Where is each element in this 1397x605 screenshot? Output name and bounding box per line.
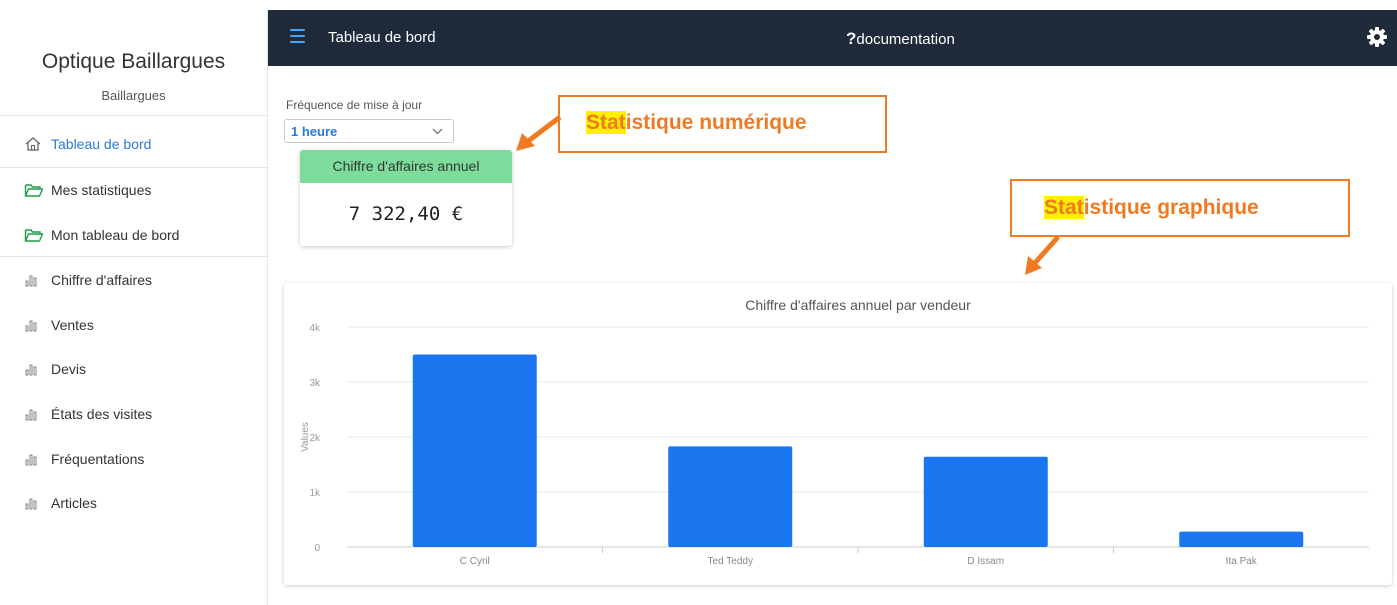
documentation-label: documentation [856,31,955,48]
sidebar-item-mon-tableau-de-bord[interactable]: Mon tableau de bord [24,227,179,243]
kpi-value: 7 322,40 € [348,203,464,225]
bar-chart-icon [24,362,44,376]
folder-open-icon [24,182,44,198]
bar-chart-icon [24,407,44,421]
annotation-text: istique graphique [1083,196,1259,219]
sidebar-item-etats-des-visites[interactable]: États des visites [24,406,152,422]
annotation-numeric: Statistique numérique [558,95,887,153]
help-icon: ? [846,29,857,48]
sidebar-item-label: Chiffre d'affaires [51,272,152,288]
frequency-select[interactable]: 1 heure [284,119,454,143]
bar-chart-icon [24,452,44,466]
sidebar-item-tableau-de-bord[interactable]: Tableau de bord [24,136,151,152]
page-title: Tableau de bord [328,29,436,46]
x-tick-label: C Cyril [460,556,490,567]
brand-title: Optique Baillargues [41,50,226,73]
annotation-text: istique numérique [625,111,807,134]
sidebar-divider [0,256,268,257]
home-icon [24,136,44,152]
bar [668,446,793,547]
y-axis-label: Values [300,422,311,452]
sidebar-divider [0,115,268,116]
sidebar-item-frequentations[interactable]: Fréquentations [24,451,144,467]
arrow-graphic [1025,235,1060,275]
folder-open-icon [24,227,44,243]
sidebar: Optique Baillargues Baillargues Tableau … [0,10,268,605]
y-tick-label: 4k [309,323,321,334]
chevron-down-icon [432,124,443,142]
bar [412,354,537,547]
sidebar-item-label: États des visites [51,406,153,422]
x-tick-label: Ita Pak [1226,556,1258,567]
sidebar-item-devis[interactable]: Devis [24,361,86,377]
frequency-label: Fréquence de mise à jour [286,98,423,112]
x-tick-label: D Issam [967,556,1004,567]
y-tick-label: 0 [314,543,320,554]
annotation-highlight: Stat [586,111,626,134]
menu-icon[interactable] [290,29,305,43]
chart-title: Chiffre d'affaires annuel par vendeur [745,297,971,313]
bar [1179,531,1304,547]
sidebar-item-mes-statistiques[interactable]: Mes statistiques [24,182,151,198]
sidebar-item-chiffre-affaires[interactable]: Chiffre d'affaires [24,272,152,288]
y-tick-label: 1k [309,488,321,499]
arrow-numeric [516,115,562,151]
bar-chart-icon [24,273,44,287]
topbar: Tableau de bord ?documentation [268,10,1397,66]
y-tick-label: 2k [309,433,321,444]
bar-chart: Chiffre d'affaires annuel par vendeur 0 1k… [300,297,1369,567]
sidebar-item-label: Mes statistiques [51,182,152,198]
annotation-highlight: Stat [1044,196,1084,219]
bar-chart-icon [24,318,44,332]
sidebar-item-label: Fréquentations [51,451,145,467]
sidebar-item-label: Mon tableau de bord [51,227,180,243]
sidebar-item-label: Articles [51,495,97,511]
sidebar-item-label: Tableau de bord [51,136,152,152]
x-tick-label: Ted Teddy [708,556,753,567]
kpi-card: Chiffre d'affaires annuel 7 322,40 € [300,150,512,246]
documentation-link[interactable]: ?documentation [846,29,955,49]
brand: Optique Baillargues Baillargues [0,10,267,103]
y-tick-label: 3k [309,378,321,389]
sidebar-item-articles[interactable]: Articles [24,495,97,511]
chart-card: Chiffre d'affaires annuel par vendeur 0 1k… [284,283,1392,585]
bar-chart-icon [24,496,44,510]
frequency-value: 1 heure [291,124,338,139]
gear-icon[interactable] [1365,25,1389,49]
sidebar-item-label: Devis [51,361,87,377]
sidebar-divider [0,167,268,168]
bar [923,456,1048,547]
kpi-title: Chiffre d'affaires annuel [300,150,512,183]
sidebar-item-ventes[interactable]: Ventes [24,317,94,333]
brand-subtitle: Baillargues [101,88,166,103]
annotation-graphic: Statistique graphique [1010,179,1350,237]
sidebar-item-label: Ventes [51,317,94,333]
